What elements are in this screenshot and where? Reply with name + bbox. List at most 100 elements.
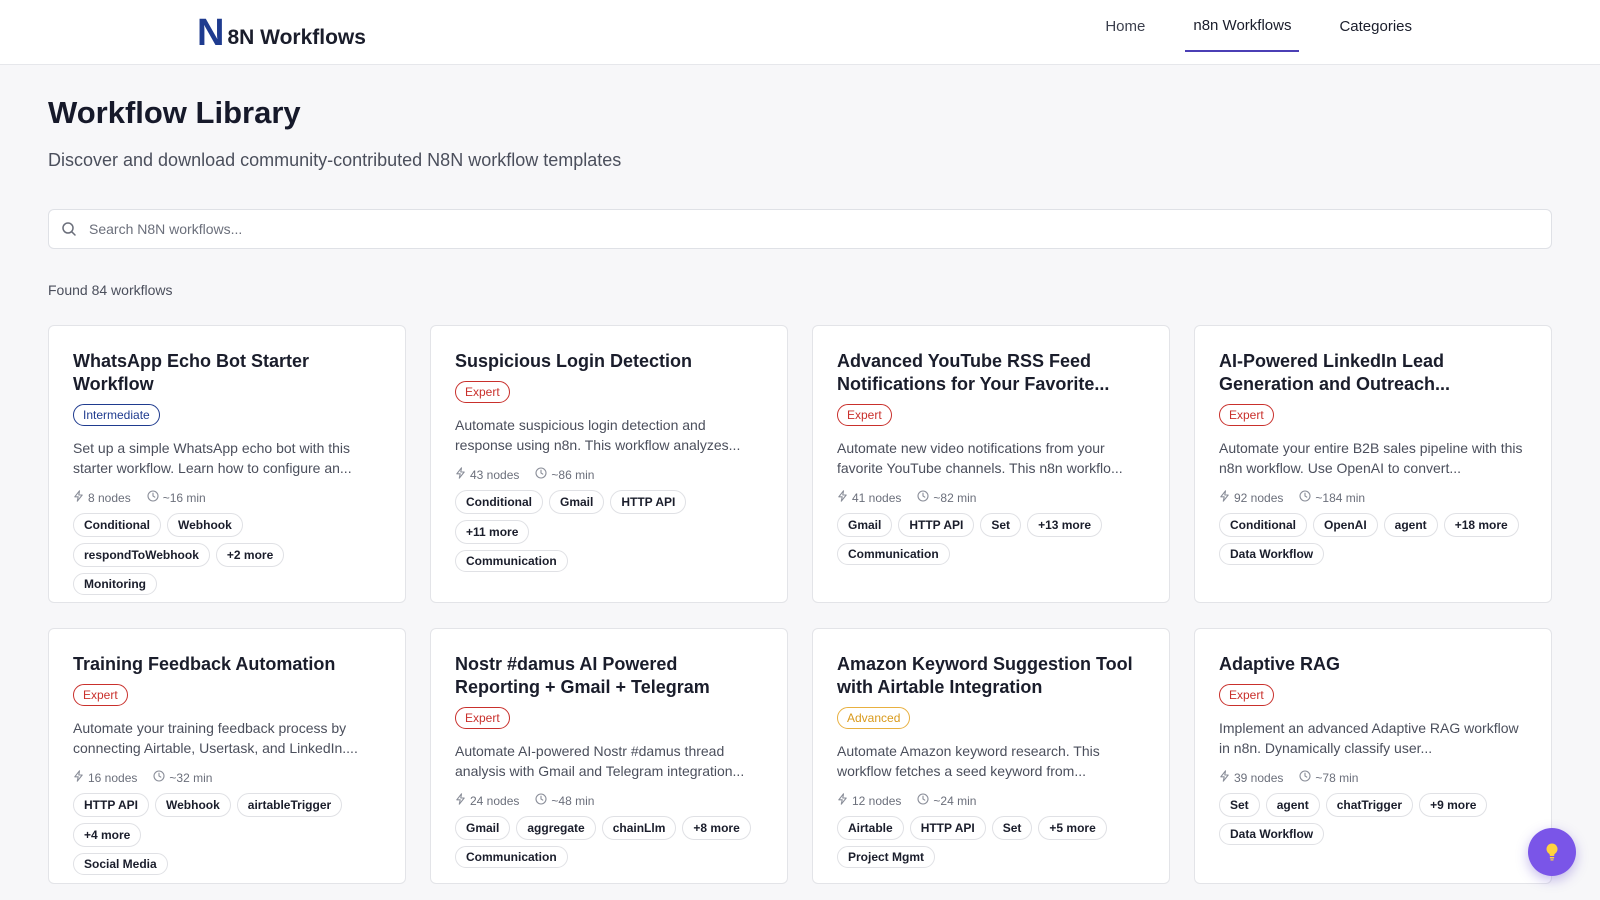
tag-chip[interactable]: airtableTrigger: [236, 793, 343, 817]
time-estimate-text: ~86 min: [551, 467, 595, 482]
tag-chip[interactable]: HTTP API: [73, 793, 150, 817]
time-estimate-text: ~78 min: [1315, 770, 1359, 785]
workflow-card[interactable]: Suspicious Login Detection Expert Automa…: [430, 325, 788, 603]
card-description: Implement an advanced Adaptive RAG workf…: [1219, 720, 1519, 756]
tag-chip[interactable]: HTTP API: [898, 513, 975, 537]
category-tag[interactable]: Communication: [455, 846, 568, 868]
nav-n8n-workflows[interactable]: n8n Workflows: [1185, 0, 1300, 52]
difficulty-badge: Expert: [455, 707, 510, 729]
tag-chip[interactable]: Gmail: [549, 490, 605, 514]
tag-chip[interactable]: Webhook: [155, 793, 231, 817]
tag-chip[interactable]: HTTP API: [610, 490, 687, 514]
card-title[interactable]: Training Feedback Automation: [73, 653, 381, 676]
clock-icon: [535, 793, 547, 808]
time-estimate: ~78 min: [1299, 770, 1358, 785]
difficulty-badge: Expert: [455, 381, 510, 403]
card-title[interactable]: Advanced YouTube RSS Feed Notifications …: [837, 350, 1145, 396]
tag-chip[interactable]: agent: [1383, 513, 1438, 537]
time-estimate: ~32 min: [153, 770, 212, 785]
node-count: 16 nodes: [73, 770, 137, 785]
workflow-card[interactable]: Amazon Keyword Suggestion Tool with Airt…: [812, 628, 1170, 884]
time-estimate: ~86 min: [535, 467, 594, 482]
tag-chip[interactable]: Gmail: [837, 513, 893, 537]
brand-logo[interactable]: N 8N Workflows: [197, 12, 366, 54]
tag-chip[interactable]: Gmail: [455, 816, 511, 840]
zap-icon: [837, 793, 848, 808]
brand-mark: N: [197, 12, 224, 54]
workflow-card[interactable]: WhatsApp Echo Bot Starter Workflow Inter…: [48, 325, 406, 603]
category-tag[interactable]: Social Media: [73, 853, 168, 875]
tag-chip[interactable]: HTTP API: [909, 816, 986, 840]
tag-chip[interactable]: +4 more: [73, 823, 142, 847]
tag-chip[interactable]: chainLlm: [601, 816, 677, 840]
card-title[interactable]: Amazon Keyword Suggestion Tool with Airt…: [837, 653, 1145, 699]
tag-chip[interactable]: Conditional: [1219, 513, 1307, 537]
category-tag[interactable]: Monitoring: [73, 573, 157, 595]
tag-chip[interactable]: +9 more: [1419, 793, 1488, 817]
tag-chip[interactable]: +11 more: [455, 520, 530, 544]
card-meta: 8 nodes ~16 min: [73, 490, 381, 505]
tag-chip[interactable]: Set: [1219, 793, 1260, 817]
card-title[interactable]: WhatsApp Echo Bot Starter Workflow: [73, 350, 381, 396]
category-tag[interactable]: Data Workflow: [1219, 543, 1325, 565]
tag-chip[interactable]: OpenAI: [1313, 513, 1378, 537]
time-estimate: ~24 min: [917, 793, 976, 808]
card-title[interactable]: Nostr #damus AI Powered Reporting + Gmai…: [455, 653, 763, 699]
zap-icon: [455, 793, 466, 808]
tag-chip[interactable]: +5 more: [1038, 816, 1107, 840]
category-tag[interactable]: Communication: [455, 550, 568, 572]
card-title[interactable]: Suspicious Login Detection: [455, 350, 763, 373]
nav-home[interactable]: Home: [1097, 0, 1153, 52]
card-title[interactable]: AI-Powered LinkedIn Lead Generation and …: [1219, 350, 1527, 396]
tag-chip[interactable]: +8 more: [682, 816, 751, 840]
tag-chip[interactable]: aggregate: [516, 816, 596, 840]
results-count: Found 84 workflows: [48, 282, 173, 298]
card-description: Automate your entire B2B sales pipeline …: [1219, 440, 1523, 476]
tag-chip[interactable]: agent: [1265, 793, 1320, 817]
node-count: 24 nodes: [455, 793, 519, 808]
card-meta: 41 nodes ~82 min: [837, 490, 1145, 505]
difficulty-badge: Advanced: [837, 707, 911, 729]
workflow-card[interactable]: Advanced YouTube RSS Feed Notifications …: [812, 325, 1170, 603]
tag-chip[interactable]: +13 more: [1027, 513, 1103, 537]
tag-chip[interactable]: Airtable: [837, 816, 904, 840]
tag-chip[interactable]: +2 more: [215, 543, 285, 567]
tag-chip[interactable]: +18 more: [1443, 513, 1519, 537]
workflow-card[interactable]: Training Feedback Automation Expert Auto…: [48, 628, 406, 884]
card-title[interactable]: Adaptive RAG: [1219, 653, 1527, 676]
time-estimate-text: ~48 min: [551, 793, 595, 808]
tag-chip[interactable]: chatTrigger: [1325, 793, 1414, 817]
card-description: Automate Amazon keyword research. This w…: [837, 743, 1100, 779]
workflow-card[interactable]: Nostr #damus AI Powered Reporting + Gmai…: [430, 628, 788, 884]
card-description: Automate your training feedback process …: [73, 720, 358, 756]
search-bar[interactable]: [48, 209, 1552, 249]
clock-icon: [1299, 490, 1311, 505]
difficulty-badge: Expert: [1219, 684, 1274, 706]
tag-chip[interactable]: respondToWebhook: [73, 543, 210, 567]
node-count-text: 43 nodes: [470, 467, 520, 482]
lightbulb-button[interactable]: [1528, 828, 1576, 876]
workflow-card[interactable]: AI-Powered LinkedIn Lead Generation and …: [1194, 325, 1552, 603]
tag-chip[interactable]: Conditional: [73, 513, 161, 537]
tag-chip[interactable]: Set: [991, 816, 1033, 840]
zap-icon: [837, 490, 848, 505]
tag-chip[interactable]: Webhook: [167, 513, 243, 537]
tag-list: Conditional Webhook respondToWebhook +2 mor…: [73, 513, 381, 567]
category-tag[interactable]: Project Mgmt: [837, 846, 936, 868]
workflow-card[interactable]: Adaptive RAG Expert Implement an advance…: [1194, 628, 1552, 884]
category-tag[interactable]: Communication: [837, 543, 950, 565]
tag-chip[interactable]: Set: [980, 513, 1022, 537]
node-count-text: 39 nodes: [1234, 770, 1284, 785]
difficulty-badge: Intermediate: [73, 404, 160, 426]
tag-chip[interactable]: Conditional: [455, 490, 543, 514]
time-estimate: ~48 min: [535, 793, 594, 808]
node-count: 92 nodes: [1219, 490, 1283, 505]
tag-list: Conditional Gmail HTTP API +11 more: [455, 490, 763, 544]
node-count: 8 nodes: [73, 490, 131, 505]
card-meta: 12 nodes ~24 min: [837, 793, 1145, 808]
card-description: Automate new video notifications from yo…: [837, 440, 1123, 476]
nav-categories[interactable]: Categories: [1331, 0, 1420, 52]
main-nav: Home n8n Workflows Categories: [1097, 0, 1420, 64]
category-tag[interactable]: Data Workflow: [1219, 823, 1325, 845]
search-input[interactable]: [89, 221, 1489, 237]
